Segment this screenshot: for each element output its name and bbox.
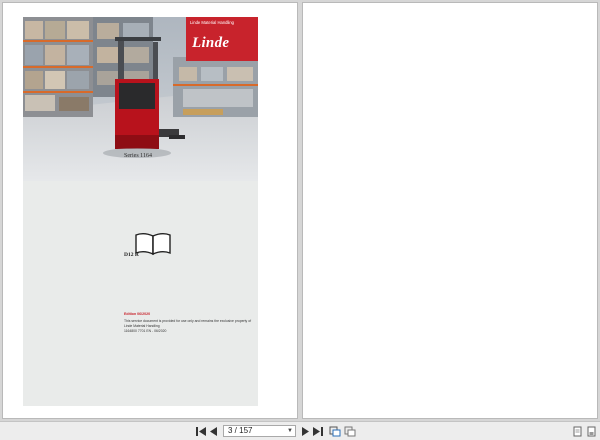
brand-logo-box: Linde Material Handling Linde: [186, 17, 258, 61]
cover-lower-panel: [23, 181, 258, 406]
page-thumbnail-button[interactable]: [584, 425, 598, 437]
chevron-down-icon: ▼: [287, 428, 293, 434]
skip-first-icon: [196, 426, 206, 436]
fit-icon: [329, 426, 341, 436]
next-page-button[interactable]: [298, 425, 312, 437]
fine-print-line: 1164800 7701 EN - 06/2020: [124, 329, 167, 333]
book-icon: [135, 233, 171, 256]
page-right: [302, 2, 598, 419]
fine-print: This service document is provided for us…: [124, 319, 251, 334]
last-page-button[interactable]: [311, 425, 325, 437]
triangle-right-icon: [302, 426, 309, 436]
first-page-button[interactable]: [194, 425, 208, 437]
bookmark-page-icon: [587, 426, 595, 436]
page-left: Linde Material Handling Linde Series 116…: [2, 2, 298, 419]
triangle-left-icon: [210, 426, 217, 436]
skip-last-icon: [313, 426, 323, 436]
pages-icon: [344, 426, 356, 436]
previous-page-button[interactable]: [207, 425, 221, 437]
single-page-view-button[interactable]: [570, 425, 584, 437]
document-viewer: Linde Material Handling Linde Series 116…: [0, 0, 600, 421]
two-page-button[interactable]: [343, 425, 357, 437]
single-page-icon: [573, 426, 581, 436]
brand-tagline: Linde Material Handling: [190, 20, 234, 25]
edition-label: Edition 06/2020: [124, 312, 151, 316]
series-label: Series 1164: [124, 153, 152, 159]
page-indicator: 3 / 157: [228, 426, 253, 435]
page-number-select[interactable]: 3 / 157 ▼: [223, 425, 296, 437]
document-code: D12 R: [124, 252, 139, 258]
brand-logo: Linde: [192, 35, 230, 51]
fit-width-button[interactable]: [328, 425, 342, 437]
viewer-toolbar: 3 / 157 ▼: [0, 421, 600, 440]
